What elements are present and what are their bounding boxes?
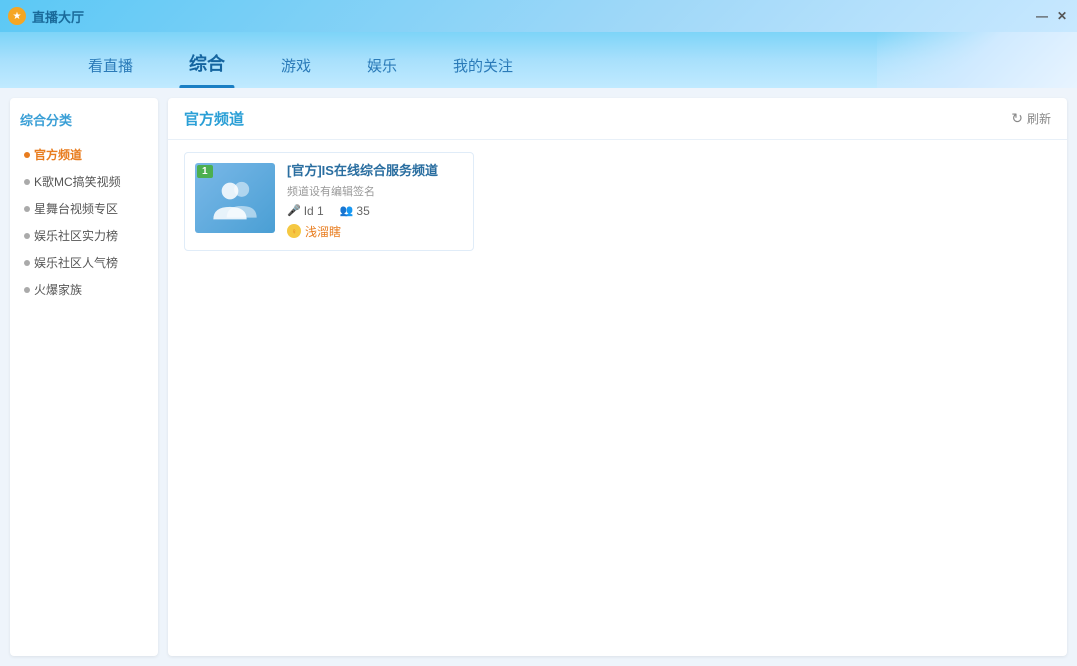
- channel-card[interactable]: 1 [官方]IS在线综合服务频道 频道设有编辑签名: [184, 152, 474, 251]
- bullet-icon: [24, 260, 30, 266]
- channel-avatar-icon: [210, 176, 260, 221]
- tab-games[interactable]: 游戏: [253, 45, 339, 88]
- channel-name: [官方]IS在线综合服务频道: [287, 163, 463, 180]
- close-button[interactable]: ✕: [1055, 9, 1069, 23]
- minimize-button[interactable]: —: [1035, 9, 1049, 23]
- sidebar-item-family[interactable]: 火爆家族: [20, 276, 148, 303]
- sidebar-item-label: 星舞台视频专区: [34, 200, 118, 217]
- channel-viewers-value: 35: [356, 204, 369, 218]
- channel-desc: 频道设有编辑签名: [287, 183, 463, 199]
- title-bar-left: ★ 直播大厅: [8, 7, 84, 26]
- nav-bar: 看直播 综合 游戏 娱乐 我的关注: [0, 32, 1077, 88]
- refresh-icon: ↻: [1011, 110, 1023, 127]
- sidebar-item-label: 娱乐社区实力榜: [34, 227, 118, 244]
- viewers-icon: 👥: [340, 204, 354, 217]
- app-title: 直播大厅: [32, 7, 84, 26]
- refresh-button[interactable]: ↻ 刷新: [1011, 110, 1051, 127]
- tab-composite[interactable]: 综合: [161, 40, 253, 88]
- app-icon: ★: [8, 7, 26, 25]
- channel-viewers-stat: 👥 35: [340, 204, 370, 218]
- refresh-label: 刷新: [1027, 110, 1051, 127]
- content-header: 官方频道 ↻ 刷新: [168, 98, 1067, 140]
- bullet-icon: [24, 179, 30, 185]
- sidebar-item-label: 官方频道: [34, 146, 82, 163]
- title-bar-controls: — ✕: [1035, 9, 1069, 23]
- channel-stats: 🎤 Id 1 👥 35: [287, 204, 463, 218]
- channel-id-value: Id 1: [304, 204, 324, 218]
- sidebar-item-kmc[interactable]: K歌MC搞笑视频: [20, 168, 148, 195]
- content-panel: 官方频道 ↻ 刷新 1: [168, 98, 1067, 656]
- tab-watch[interactable]: 看直播: [60, 45, 161, 88]
- sidebar-item-power[interactable]: 娱乐社区实力榜: [20, 222, 148, 249]
- channels-area: 1 [官方]IS在线综合服务频道 频道设有编辑签名: [168, 140, 1067, 656]
- sidebar: 综合分类 官方频道 K歌MC搞笑视频 星舞台视频专区 娱乐社区实力榜 娱乐社区人…: [10, 98, 158, 656]
- title-bar: ★ 直播大厅 — ✕: [0, 0, 1077, 32]
- host-name: 浅溜瞎: [305, 223, 341, 240]
- live-badge: 1: [197, 165, 213, 178]
- tab-following[interactable]: 我的关注: [425, 45, 541, 88]
- sidebar-item-star[interactable]: 星舞台视频专区: [20, 195, 148, 222]
- channel-host: ♀ 浅溜瞎: [287, 223, 463, 240]
- channel-thumbnail: 1: [195, 163, 275, 233]
- channel-id-stat: 🎤 Id 1: [287, 204, 324, 218]
- main-content: 综合分类 官方频道 K歌MC搞笑视频 星舞台视频专区 娱乐社区实力榜 娱乐社区人…: [0, 88, 1077, 666]
- bullet-icon: [24, 206, 30, 212]
- bullet-icon: [24, 152, 30, 158]
- id-icon: 🎤: [287, 204, 301, 217]
- sidebar-item-official[interactable]: 官方频道: [20, 141, 148, 168]
- sidebar-item-label: 火爆家族: [34, 281, 82, 298]
- tab-entertainment[interactable]: 娱乐: [339, 45, 425, 88]
- sidebar-item-popular[interactable]: 娱乐社区人气榜: [20, 249, 148, 276]
- sidebar-title: 综合分类: [20, 110, 148, 129]
- channel-info: [官方]IS在线综合服务频道 频道设有编辑签名 🎤 Id 1 👥 35: [287, 163, 463, 240]
- sidebar-item-label: 娱乐社区人气榜: [34, 254, 118, 271]
- bullet-icon: [24, 233, 30, 239]
- sidebar-item-label: K歌MC搞笑视频: [34, 173, 121, 190]
- bullet-icon: [24, 287, 30, 293]
- content-panel-title: 官方频道: [184, 108, 244, 129]
- host-avatar-icon: ♀: [287, 224, 301, 238]
